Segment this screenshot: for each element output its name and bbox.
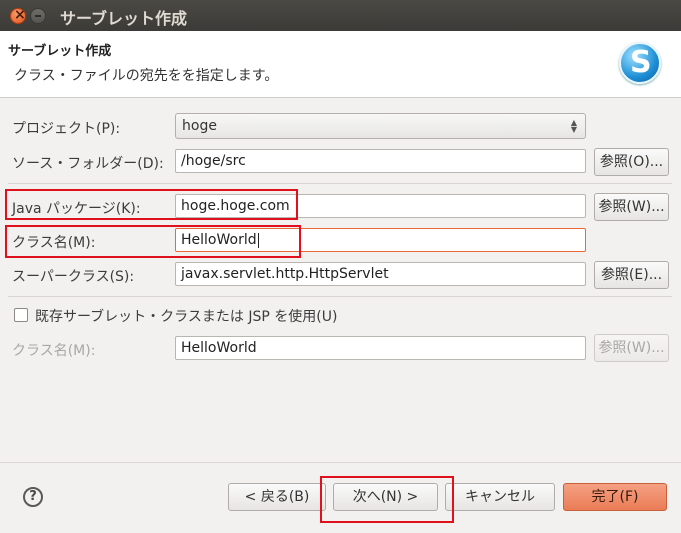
divider	[8, 183, 672, 184]
use-existing-servlet-label[interactable]: 既存サーブレット・クラスまたは JSP を使用(U)	[35, 306, 337, 326]
close-window-button[interactable]	[10, 7, 26, 24]
java-package-input[interactable]: hoge.hoge.com	[175, 194, 586, 218]
project-select-value: hoge	[182, 118, 217, 134]
minimize-window-button[interactable]	[30, 8, 46, 24]
existing-class-name-input[interactable]: HelloWorld	[175, 336, 586, 360]
browse-package-button[interactable]: 参照(W)...	[594, 193, 669, 221]
browse-source-folder-button[interactable]: 参照(O)...	[594, 148, 669, 176]
combo-arrows-icon: ▲ ▼	[570, 118, 577, 134]
source-folder-label: ソース・フォルダー(D):	[12, 156, 164, 172]
wizard-header: サーブレット作成 クラス・ファイルの宛先をを指定します。 S	[0, 31, 681, 98]
browse-superclass-button[interactable]: 参照(E)...	[594, 261, 669, 289]
class-name-label: クラス名(M):	[12, 235, 96, 251]
superclass-label: スーパークラス(S):	[12, 269, 135, 285]
divider	[8, 296, 672, 297]
browse-existing-class-button: 参照(W)...	[594, 334, 669, 362]
use-existing-servlet-checkbox[interactable]	[14, 308, 28, 322]
java-package-label: Java パッケージ(K):	[12, 201, 141, 217]
project-label: プロジェクト(P):	[12, 121, 121, 137]
superclass-input[interactable]: javax.servlet.http.HttpServlet	[175, 262, 586, 286]
next-button[interactable]: 次へ(N) >	[333, 483, 438, 511]
page-title: サーブレット作成	[8, 44, 112, 59]
class-name-input[interactable]: HelloWorld	[175, 228, 586, 252]
finish-button[interactable]: 完了(F)	[563, 483, 667, 511]
title-bar: サーブレット作成	[0, 0, 681, 31]
existing-class-name-label: クラス名(M):	[12, 343, 96, 359]
servlet-wizard-window: サーブレット作成 サーブレット作成 クラス・ファイルの宛先をを指定します。 S …	[0, 0, 681, 533]
footer-divider	[0, 462, 681, 463]
back-button[interactable]: < 戻る(B)	[228, 483, 326, 511]
source-folder-input[interactable]: /hoge/src	[175, 149, 586, 173]
cancel-button[interactable]: キャンセル	[445, 483, 555, 511]
servlet-logo-icon: S	[619, 42, 661, 84]
project-select[interactable]: hoge ▲ ▼	[175, 113, 586, 139]
page-description: クラス・ファイルの宛先をを指定します。	[14, 68, 279, 84]
help-icon[interactable]: ?	[23, 487, 43, 507]
window-title: サーブレット作成	[60, 9, 188, 28]
